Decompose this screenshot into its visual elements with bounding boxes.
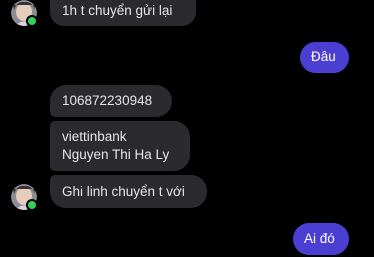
message-text-line: viettinbank xyxy=(62,129,127,144)
message-text: 1h t chuyển gửi lại xyxy=(62,3,173,18)
chat-screen: { "conversation": { "messages": [ {"dire… xyxy=(0,0,374,257)
message-bubble-incoming[interactable]: 1h t chuyển gửi lại xyxy=(50,0,196,26)
message-bubble-incoming[interactable]: viettinbank Nguyen Thi Ha Ly xyxy=(50,121,190,171)
message-bubble-outgoing[interactable]: Ai đó xyxy=(293,223,349,255)
message-text: Ai đó xyxy=(304,231,335,246)
message-text: 106872230948 xyxy=(62,93,153,108)
online-status-indicator xyxy=(26,15,38,27)
online-status-indicator xyxy=(26,199,38,211)
message-bubble-incoming[interactable]: Ghi linh chuyển t với xyxy=(50,175,207,208)
contact-avatar[interactable] xyxy=(11,0,38,27)
contact-avatar[interactable] xyxy=(11,184,38,211)
message-bubble-outgoing[interactable]: Đâu xyxy=(300,42,349,73)
message-bubble-incoming[interactable]: 106872230948 xyxy=(50,85,172,117)
message-text: Ghi linh chuyển t với xyxy=(62,184,185,199)
message-text-line: Nguyen Thi Ha Ly xyxy=(62,147,170,162)
message-text: Đâu xyxy=(311,49,336,64)
